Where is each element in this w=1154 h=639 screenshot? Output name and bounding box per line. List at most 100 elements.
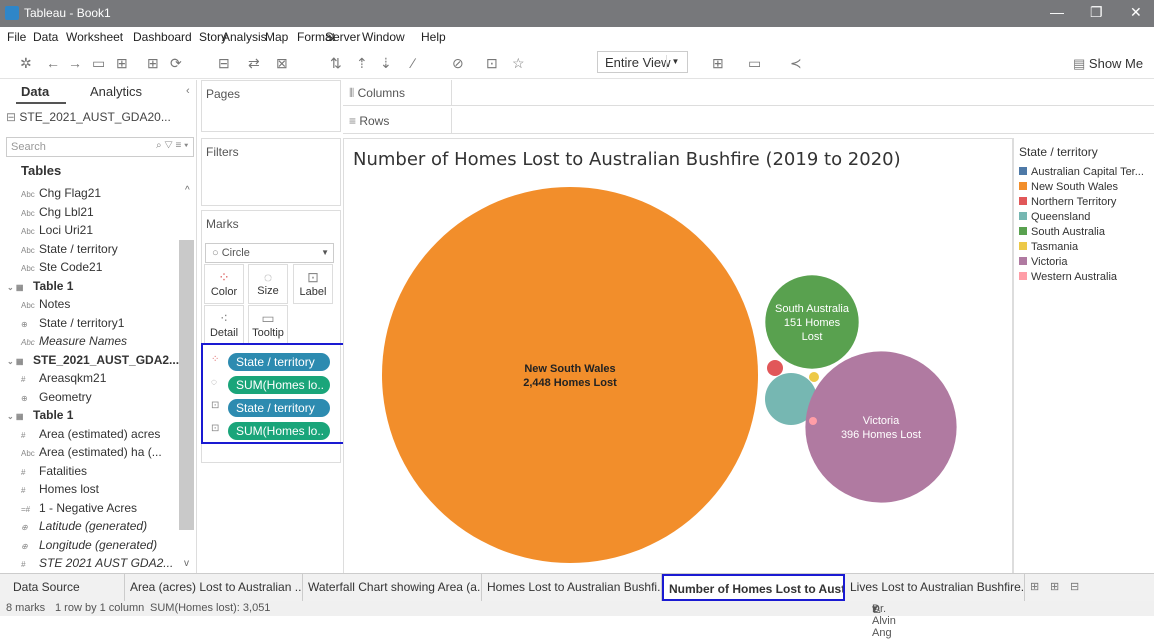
field-item[interactable]: ⌄ ▦ STE_2021_AUST_GDA2... xyxy=(7,353,179,367)
legend-item[interactable]: South Australia xyxy=(1019,226,1105,238)
field-item[interactable]: Abc Loci Uri21 xyxy=(21,223,93,237)
rows-shelf[interactable]: ≡ Rows xyxy=(343,108,1154,134)
field-item[interactable]: ⌄ ▦ Table 1 xyxy=(7,408,73,422)
legend-item[interactable]: Western Australia xyxy=(1019,271,1117,283)
fit-view-select[interactable]: Entire View ▼ xyxy=(597,51,688,73)
legend-item[interactable]: New South Wales xyxy=(1019,181,1118,193)
refresh-icon[interactable]: ⟳ xyxy=(170,55,182,71)
sheet-tab[interactable]: Lives Lost to Australian Bushfire... xyxy=(845,574,1025,601)
tableau-logo-icon[interactable]: ✲ xyxy=(20,55,32,71)
scroll-down-icon[interactable]: v xyxy=(184,558,189,569)
highlight-icon[interactable]: ∕ xyxy=(412,55,414,71)
show-cards-icon[interactable]: ⊞ xyxy=(712,55,724,71)
user-menu[interactable]: ♙ Dr. Alvin Ang ▾ xyxy=(872,602,896,639)
filters-card[interactable]: Filters xyxy=(201,138,341,206)
field-item[interactable]: ⊕ Longitude (generated) xyxy=(21,538,157,552)
pages-card[interactable]: Pages xyxy=(201,80,341,132)
menu-data[interactable]: Data xyxy=(33,30,58,44)
group-icon[interactable]: ⊘ xyxy=(452,55,464,71)
swap-icon[interactable]: ⇄ xyxy=(248,55,260,71)
swap-rows-columns-icon[interactable]: ⇅ xyxy=(330,55,342,71)
fix-axes-icon[interactable]: ☆ xyxy=(512,55,525,71)
new-datasource-icon[interactable]: ⊞ xyxy=(116,55,128,71)
pill-color-state[interactable]: State / territory xyxy=(228,353,330,371)
field-item[interactable]: # Areasqkm21 xyxy=(21,371,106,385)
legend-item[interactable]: Northern Territory xyxy=(1019,196,1116,208)
label-button[interactable]: ⊡ Label xyxy=(293,264,333,304)
share-icon[interactable]: ≺ xyxy=(790,55,802,71)
field-item[interactable]: ⌄ ▦ Table 1 xyxy=(7,279,73,293)
field-item[interactable]: =# 1 - Negative Acres xyxy=(21,501,137,515)
field-item[interactable]: # STE 2021 AUST GDA2... xyxy=(21,556,173,570)
tab-analytics[interactable]: Analytics xyxy=(90,84,142,99)
menu-analysis[interactable]: Analysis xyxy=(222,30,267,44)
sort-ascending-icon[interactable]: ⇡ xyxy=(356,55,368,71)
restore-icon[interactable]: ❐ xyxy=(1090,4,1103,21)
bubble-new-south-wales[interactable] xyxy=(382,187,758,563)
menu-window[interactable]: Window xyxy=(362,30,405,44)
menu-worksheet[interactable]: Worksheet xyxy=(66,30,123,44)
pill-label-sum-homes[interactable]: SUM(Homes lo.. xyxy=(228,422,330,440)
legend-item[interactable]: Tasmania xyxy=(1019,241,1078,253)
menu-dashboard[interactable]: Dashboard xyxy=(133,30,192,44)
show-labels-icon[interactable]: ⊡ xyxy=(486,55,498,71)
menu-help[interactable]: Help xyxy=(421,30,446,44)
collapse-pane-icon[interactable]: ‹ xyxy=(186,85,190,97)
filter-icon[interactable]: ⌕ ▽ ≡ ▾ xyxy=(156,140,188,151)
field-item[interactable]: # Area (estimated) acres xyxy=(21,427,160,441)
menu-file[interactable]: File xyxy=(7,30,26,44)
bubble-western-australia[interactable] xyxy=(809,417,817,425)
sheet-tab[interactable]: Waterfall Chart showing Area (a... xyxy=(303,574,482,601)
columns-shelf[interactable]: ⦀ Columns xyxy=(343,80,1154,106)
pill-label-state[interactable]: State / territory xyxy=(228,399,330,417)
minimize-icon[interactable]: — xyxy=(1050,4,1064,20)
presentation-mode-icon[interactable]: ▭ xyxy=(748,55,761,71)
field-item[interactable]: ⊕ Geometry xyxy=(21,390,92,404)
tab-data[interactable]: Data xyxy=(21,84,49,99)
new-dashboard-icon[interactable]: ⊞ xyxy=(1050,580,1059,593)
field-item[interactable]: # Homes lost xyxy=(21,482,99,496)
data-source-tab[interactable]: Data Source xyxy=(8,574,125,601)
scroll-up-icon[interactable]: ^ xyxy=(185,185,190,196)
new-worksheet-icon[interactable]: ⊞ xyxy=(147,55,159,71)
field-item[interactable]: Abc Chg Flag21 xyxy=(21,186,101,200)
field-item[interactable]: ⊕ Latitude (generated) xyxy=(21,519,147,533)
sheet-tab[interactable]: Number of Homes Lost to Aust... xyxy=(662,574,845,601)
close-icon[interactable]: ✕ xyxy=(1130,4,1142,21)
pill-size-sum-homes[interactable]: SUM(Homes lo.. xyxy=(228,376,330,394)
new-story-icon[interactable]: ⊟ xyxy=(1070,580,1079,593)
redo-icon[interactable]: → xyxy=(68,55,82,71)
field-item[interactable]: Abc Notes xyxy=(21,297,70,311)
bubble-tasmania[interactable] xyxy=(809,372,819,382)
sort-descending-icon[interactable]: ⇣ xyxy=(380,55,392,71)
field-list-scrollbar[interactable] xyxy=(179,240,194,530)
sheet-tab[interactable]: Area (acres) Lost to Australian ... xyxy=(125,574,303,601)
bubble-northern-territory[interactable] xyxy=(767,360,783,376)
legend-item[interactable]: Australian Capital Ter... xyxy=(1019,166,1144,178)
field-item[interactable]: Abc Chg Lbl21 xyxy=(21,205,94,219)
tooltip-button[interactable]: ▭ Tooltip xyxy=(248,305,288,345)
field-item[interactable]: Abc Ste Code21 xyxy=(21,260,102,274)
field-item[interactable]: # Fatalities xyxy=(21,464,87,478)
menu-map[interactable]: Map xyxy=(265,30,288,44)
field-item[interactable]: Abc Area (estimated) ha (... xyxy=(21,445,162,459)
save-icon[interactable]: ▭ xyxy=(92,55,105,71)
field-item[interactable]: Abc Measure Names xyxy=(21,334,127,348)
legend-item[interactable]: Victoria xyxy=(1019,256,1067,268)
new-sheet-icon[interactable]: ⊞ xyxy=(1030,580,1039,593)
undo-icon[interactable]: ← xyxy=(46,55,60,71)
menu-server[interactable]: Server xyxy=(325,30,360,44)
field-item[interactable]: Abc State / territory xyxy=(21,242,118,256)
datasource-item[interactable]: ⊟ STE_2021_AUST_GDA20... xyxy=(6,110,171,124)
legend-item[interactable]: Queensland xyxy=(1019,211,1090,223)
show-me-button[interactable]: ▤ Show Me xyxy=(1073,56,1143,72)
size-button[interactable]: ◌ Size xyxy=(248,264,288,304)
sheet-tab[interactable]: Homes Lost to Australian Bushfi... xyxy=(482,574,662,601)
bubble-victoria[interactable] xyxy=(805,351,957,503)
detail-button[interactable]: ⁖ Detail xyxy=(204,305,244,345)
color-button[interactable]: ⁘ Color xyxy=(204,264,244,304)
clear-sheet-icon[interactable]: ⊠ xyxy=(276,55,288,71)
field-item[interactable]: ⊕ State / territory1 xyxy=(21,316,124,330)
mark-type-select[interactable]: ○ Circle ▼ xyxy=(205,243,334,263)
duplicate-sheet-icon[interactable]: ⊟ xyxy=(218,55,230,71)
